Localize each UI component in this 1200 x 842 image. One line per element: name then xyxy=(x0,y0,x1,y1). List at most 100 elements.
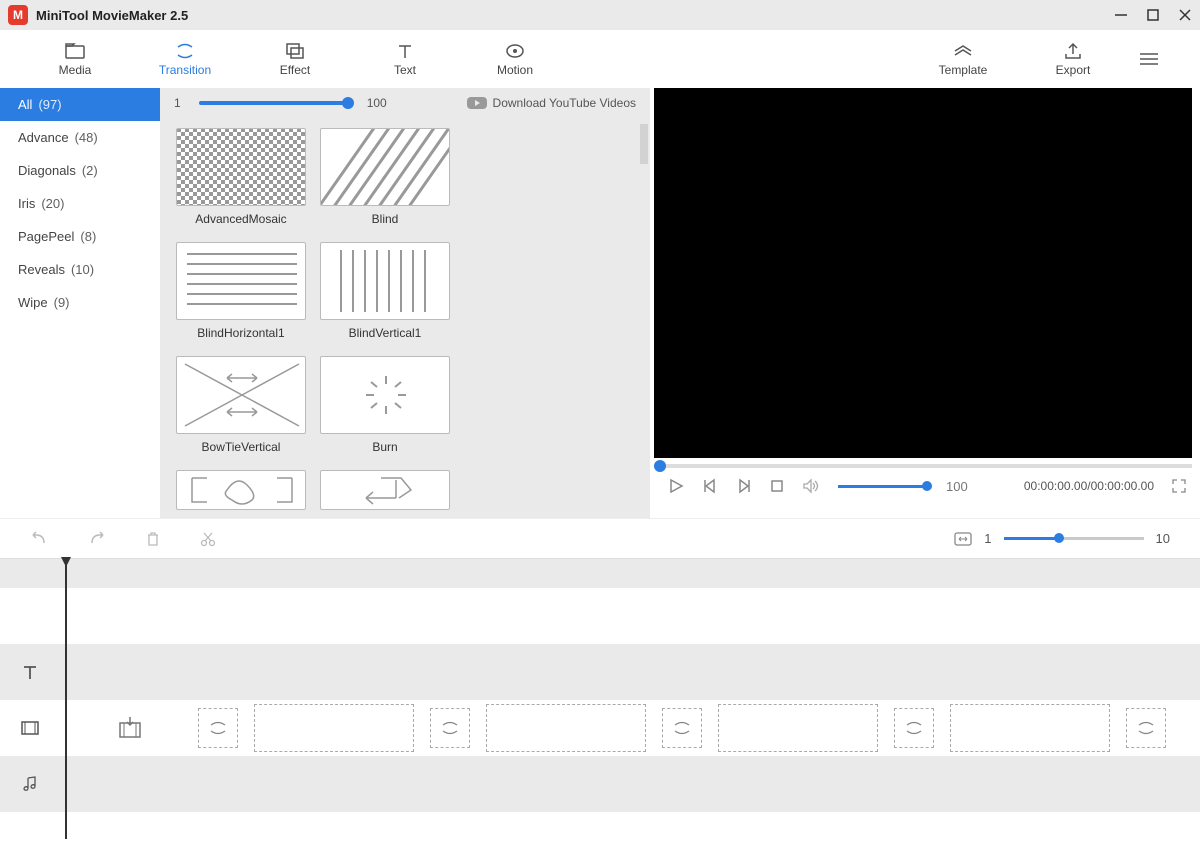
preview-panel: 100 00:00:00.00/00:00:00.00 xyxy=(650,88,1200,518)
titlebar: M MiniTool MovieMaker 2.5 xyxy=(0,0,1200,30)
transition-icon xyxy=(174,42,196,60)
tab-transition-label: Transition xyxy=(159,63,211,77)
play-button[interactable] xyxy=(668,478,684,494)
sidebar-item-label: All xyxy=(18,97,32,112)
tab-motion[interactable]: Motion xyxy=(480,42,550,77)
transition-slot[interactable] xyxy=(894,708,934,748)
sidebar-item-reveals[interactable]: Reveals(10) xyxy=(0,253,160,286)
sidebar-item-label: Advance xyxy=(18,130,69,145)
transition-thumb[interactable] xyxy=(176,356,306,434)
transition-item[interactable]: AdvancedMosaic xyxy=(174,128,308,226)
tab-transition[interactable]: Transition xyxy=(150,42,220,77)
time-ruler[interactable] xyxy=(0,558,1200,588)
redo-button[interactable] xyxy=(88,531,106,547)
sidebar-item-count: (9) xyxy=(54,295,70,310)
transition-item[interactable]: BlindHorizontal1 xyxy=(174,242,308,340)
import-media-icon[interactable] xyxy=(118,717,142,739)
template-label: Template xyxy=(939,63,988,77)
transition-item[interactable]: Burn xyxy=(318,356,452,454)
clip-slot[interactable] xyxy=(718,704,878,752)
text-track[interactable] xyxy=(0,644,1200,700)
transition-thumb[interactable] xyxy=(176,242,306,320)
transition-item[interactable]: BowTieVertical xyxy=(174,356,308,454)
tab-media-label: Media xyxy=(59,63,92,77)
transition-thumb[interactable] xyxy=(320,470,450,510)
thumb-size-min: 1 xyxy=(174,96,181,110)
transition-name: BowTieVertical xyxy=(202,440,281,454)
sidebar-item-label: Wipe xyxy=(18,295,48,310)
sidebar-item-all[interactable]: All(97) xyxy=(0,88,160,121)
transition-slot[interactable] xyxy=(430,708,470,748)
transition-item[interactable]: Blind xyxy=(318,128,452,226)
sidebar-item-count: (20) xyxy=(41,196,64,211)
sidebar-item-diagonals[interactable]: Diagonals (2) xyxy=(0,154,160,187)
transition-thumb[interactable] xyxy=(176,128,306,206)
stop-button[interactable] xyxy=(770,479,784,493)
sidebar-item-count: (2) xyxy=(82,163,98,178)
delete-button[interactable] xyxy=(146,531,160,547)
download-youtube-link[interactable]: Download YouTube Videos xyxy=(467,96,636,110)
transition-item[interactable]: BlindVertical1 xyxy=(318,242,452,340)
export-button[interactable]: Export xyxy=(1038,42,1108,77)
transition-item[interactable] xyxy=(174,470,308,510)
app-title: MiniTool MovieMaker 2.5 xyxy=(36,8,188,23)
timecode: 00:00:00.00/00:00:00.00 xyxy=(1024,479,1154,493)
transition-slot[interactable] xyxy=(662,708,702,748)
track-spacer xyxy=(0,812,1200,842)
clip-slot[interactable] xyxy=(254,704,414,752)
volume-slider[interactable] xyxy=(838,485,928,488)
close-button[interactable] xyxy=(1178,8,1192,22)
effect-icon xyxy=(284,42,306,60)
transition-thumb[interactable] xyxy=(320,242,450,320)
transition-thumb[interactable] xyxy=(320,128,450,206)
transition-slot[interactable] xyxy=(1126,708,1166,748)
transition-thumb[interactable] xyxy=(320,356,450,434)
undo-button[interactable] xyxy=(30,531,48,547)
maximize-button[interactable] xyxy=(1146,8,1160,22)
tab-effect[interactable]: Effect xyxy=(260,42,330,77)
volume-value: 100 xyxy=(946,479,968,494)
video-track-icon xyxy=(0,719,60,737)
sidebar-item-count: (48) xyxy=(75,130,98,145)
app-logo: M xyxy=(8,5,28,25)
text-track-icon xyxy=(0,663,60,681)
fullscreen-button[interactable] xyxy=(1172,479,1186,493)
menu-button[interactable] xyxy=(1138,51,1160,67)
transition-thumb[interactable] xyxy=(176,470,306,510)
youtube-icon xyxy=(467,96,487,110)
minimize-button[interactable] xyxy=(1114,8,1128,22)
transition-item[interactable] xyxy=(318,470,452,510)
clip-slot[interactable] xyxy=(950,704,1110,752)
video-track[interactable] xyxy=(0,700,1200,756)
timeline xyxy=(0,558,1200,842)
tab-text[interactable]: Text xyxy=(370,42,440,77)
transition-name: BlindVertical1 xyxy=(349,326,422,340)
sidebar-item-label: PagePeel xyxy=(18,229,74,244)
export-label: Export xyxy=(1056,63,1091,77)
transition-name: Burn xyxy=(372,440,397,454)
template-button[interactable]: Template xyxy=(928,42,998,77)
sidebar-item-advance[interactable]: Advance (48) xyxy=(0,121,160,154)
template-icon xyxy=(952,42,974,60)
transition-slot[interactable] xyxy=(198,708,238,748)
zoom-max: 10 xyxy=(1156,531,1170,546)
tab-media[interactable]: Media xyxy=(40,42,110,77)
thumb-size-slider[interactable] xyxy=(199,101,349,105)
zoom-slider[interactable] xyxy=(1004,537,1144,540)
next-frame-button[interactable] xyxy=(736,478,752,494)
volume-icon[interactable] xyxy=(802,478,820,494)
transition-name: Blind xyxy=(372,212,399,226)
sidebar-item-wipe[interactable]: Wipe (9) xyxy=(0,286,160,319)
tab-motion-label: Motion xyxy=(497,63,533,77)
folder-icon xyxy=(64,42,86,60)
clip-slot[interactable] xyxy=(486,704,646,752)
prev-frame-button[interactable] xyxy=(702,478,718,494)
preview-seek-slider[interactable] xyxy=(654,464,1192,468)
audio-track[interactable] xyxy=(0,756,1200,812)
sidebar-item-pagepeel[interactable]: PagePeel(8) xyxy=(0,220,160,253)
sidebar-item-iris[interactable]: Iris(20) xyxy=(0,187,160,220)
cut-button[interactable] xyxy=(200,531,216,547)
transition-panel: 1 100 Download YouTube Videos AdvancedMo… xyxy=(160,88,650,518)
fit-button[interactable] xyxy=(954,532,972,546)
sidebar-item-label: Diagonals xyxy=(18,163,76,178)
